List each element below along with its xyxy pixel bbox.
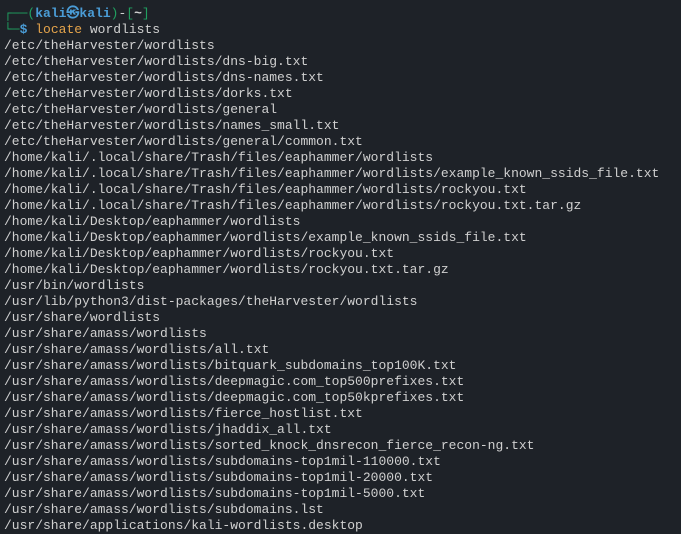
output-line: /home/kali/Desktop/eaphammer/wordlists/r… [4, 262, 677, 278]
prompt-arm: └─ [4, 22, 20, 37]
prompt-path: ~ [134, 6, 142, 21]
output-line: /usr/share/applications/kali-wordlists.d… [4, 518, 677, 534]
output-line: /usr/share/amass/wordlists/deepmagic.com… [4, 374, 677, 390]
output-line: /home/kali/Desktop/eaphammer/wordlists/e… [4, 230, 677, 246]
output-line: /usr/share/amass/wordlists/subdomains-to… [4, 470, 677, 486]
output-line: /usr/share/amass/wordlists/bitquark_subd… [4, 358, 677, 374]
output-line: /home/kali/Desktop/eaphammer/wordlists/r… [4, 246, 677, 262]
prompt-dollar: $ [20, 22, 28, 37]
prompt-line-1: ┌──(kali㉿kali)-[~] [4, 6, 677, 22]
output-line: /usr/lib/python3/dist-packages/theHarves… [4, 294, 677, 310]
output-line: /usr/share/amass/wordlists/all.txt [4, 342, 677, 358]
output-line: /usr/share/wordlists [4, 310, 677, 326]
command-name: locate [35, 22, 82, 37]
output-line: /usr/share/amass/wordlists/sorted_knock_… [4, 438, 677, 454]
output-line: /home/kali/.local/share/Trash/files/eaph… [4, 198, 677, 214]
output-line: /etc/theHarvester/wordlists [4, 38, 677, 54]
prompt-user-host: kali㉿kali [35, 6, 110, 21]
output-line: /usr/share/amass/wordlists/subdomains-to… [4, 486, 677, 502]
output-line: /etc/theHarvester/wordlists/general [4, 102, 677, 118]
output-line: /etc/theHarvester/wordlists/dorks.txt [4, 86, 677, 102]
output-line: /home/kali/.local/share/Trash/files/eaph… [4, 182, 677, 198]
output-line: /etc/theHarvester/wordlists/general/comm… [4, 134, 677, 150]
output-line: /etc/theHarvester/wordlists/names_small.… [4, 118, 677, 134]
output-line: /etc/theHarvester/wordlists/dns-names.tx… [4, 70, 677, 86]
output-line: /usr/share/amass/wordlists [4, 326, 677, 342]
command-argument: wordlists [90, 22, 160, 37]
output-line: /usr/share/amass/wordlists/fierce_hostli… [4, 406, 677, 422]
output-line: /usr/share/amass/wordlists/subdomains-to… [4, 454, 677, 470]
output-line: /usr/share/amass/wordlists/subdomains.ls… [4, 502, 677, 518]
output-line: /home/kali/Desktop/eaphammer/wordlists [4, 214, 677, 230]
output-line: /usr/share/amass/wordlists/jhaddix_all.t… [4, 422, 677, 438]
prompt-open-paren: ┌──( [4, 6, 35, 21]
output-line: /usr/bin/wordlists [4, 278, 677, 294]
prompt-close-bracket: ] [142, 6, 150, 21]
output-line: /usr/share/amass/wordlists/deepmagic.com… [4, 390, 677, 406]
output-line: /etc/theHarvester/wordlists/dns-big.txt [4, 54, 677, 70]
output-line: /home/kali/.local/share/Trash/files/eaph… [4, 166, 677, 182]
prompt-open-bracket: [ [126, 6, 134, 21]
command-output: /etc/theHarvester/wordlists/etc/theHarve… [4, 38, 677, 534]
output-line: /home/kali/.local/share/Trash/files/eaph… [4, 150, 677, 166]
prompt-line-2[interactable]: └─$ locate wordlists [4, 22, 677, 38]
